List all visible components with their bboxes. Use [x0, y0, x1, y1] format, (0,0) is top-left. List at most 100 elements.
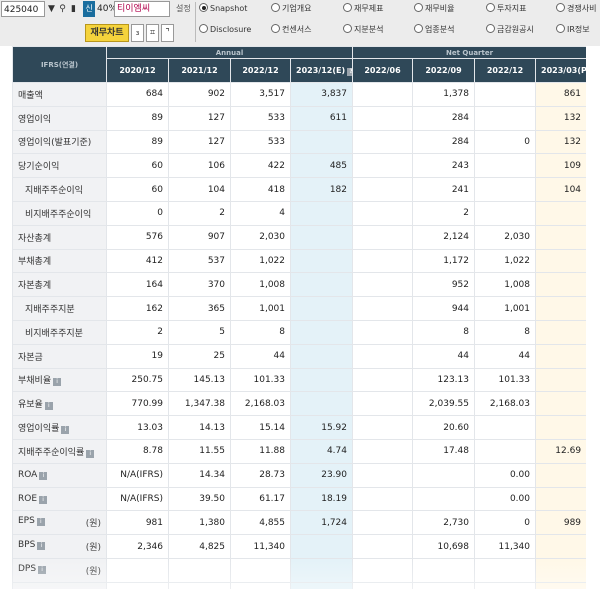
radio-financial-ratios[interactable]: 재무비율: [414, 3, 454, 15]
table-row: 지배주주지분 162 365 1,001 944 1,001: [12, 296, 586, 321]
radio-financial-statements[interactable]: 재무제표: [343, 3, 383, 15]
column-header-label: 2023/03(P): [541, 65, 586, 75]
table-cell: 4,855: [230, 510, 291, 536]
radio-investment-indicators[interactable]: 투자지표: [486, 3, 526, 15]
equalizer-icon[interactable]: ▮: [68, 1, 79, 17]
table-cell: 284: [412, 105, 475, 131]
table-cell: 4,825: [168, 534, 231, 559]
radio-icon: [343, 3, 352, 12]
radio-fss-disclosure[interactable]: 금감원공시: [486, 24, 534, 36]
radio-industry-analysis[interactable]: 업종분석: [414, 24, 454, 36]
table-cell: 902: [168, 82, 231, 107]
table-row: BPS i (원) 2,346 4,825 11,340 10,698 11,340: [12, 534, 586, 559]
table-cell: 89: [106, 129, 169, 155]
theme-select[interactable]: 티이엠씨: [114, 1, 170, 17]
table-cell: 2,168.03: [230, 391, 291, 417]
info-icon[interactable]: i: [37, 542, 46, 551]
info-icon[interactable]: i: [36, 518, 45, 527]
table-cell: [290, 296, 353, 321]
table-corner-header: IFRS(연결): [12, 46, 107, 83]
info-icon[interactable]: i: [61, 426, 70, 435]
table-cell: 1,378: [412, 82, 475, 107]
table-cell: 14.13: [168, 415, 231, 440]
table-cell: 412: [106, 248, 169, 274]
radio-ownership-analysis[interactable]: 지분분석: [343, 24, 383, 36]
window-icon[interactable]: ⌗: [146, 24, 159, 42]
table-row: 매출액 684 902 3,517 3,837 1,378 861: [12, 82, 586, 107]
row-label: 영업이익(발표기준): [12, 129, 107, 155]
table-cell: 23.90: [290, 462, 353, 488]
table-cell: 12.69: [534, 438, 586, 464]
row-label: PERi: [12, 581, 107, 589]
table-cell: 418: [230, 177, 291, 202]
table-cell: [290, 200, 353, 226]
table-cell: 284: [412, 129, 475, 155]
table-cell: [352, 415, 413, 440]
table-cell: [352, 367, 413, 393]
table-cell: [290, 391, 353, 417]
table-cell: [352, 82, 413, 107]
help-icon[interactable]: ?: [347, 67, 352, 76]
table-cell: [290, 343, 353, 369]
row-label-text: BPS: [18, 540, 36, 551]
info-icon[interactable]: i: [39, 495, 48, 504]
radio-icon: [486, 3, 495, 12]
table-cell: [290, 224, 353, 250]
radio-snapshot[interactable]: Snapshot: [199, 3, 247, 15]
unit-label: (원): [85, 519, 101, 530]
table-cell: [352, 272, 413, 298]
table-cell: 17.48: [412, 438, 475, 464]
table-row: ROA i N/A(IFRS) 14.34 28.73 23.90 0.00: [12, 462, 586, 488]
table-cell: 182: [290, 177, 353, 202]
table-cell: 0.00: [474, 462, 536, 488]
table-cell: 4: [230, 200, 291, 226]
table-cell: 0: [474, 129, 536, 155]
bracket-icon[interactable]: ₃: [131, 24, 144, 42]
table-cell: 127: [168, 129, 231, 155]
row-label: 매출액: [12, 82, 107, 107]
table-cell: 8.78: [106, 438, 169, 464]
column-header-label: 2023/12(E): [296, 65, 346, 75]
radio-consensus[interactable]: 컨센서스: [271, 24, 311, 36]
radio-ir-info[interactable]: IR정보: [556, 24, 590, 36]
table-row: 당기순이익 60 106 422 485 243 109: [12, 153, 586, 179]
table-cell: [474, 415, 536, 440]
table-cell: 104: [168, 177, 231, 202]
info-icon[interactable]: i: [86, 449, 95, 458]
settings-label[interactable]: 설정: [176, 1, 191, 17]
table-cell: 89: [106, 105, 169, 131]
search-icon[interactable]: ⚲: [57, 1, 68, 17]
table-cell: 2,030: [474, 224, 536, 250]
table-cell: 109: [534, 153, 586, 179]
info-icon[interactable]: i: [39, 472, 48, 481]
info-icon[interactable]: i: [53, 378, 62, 387]
table-cell: [352, 319, 413, 345]
table-cell: 13.03: [106, 415, 169, 440]
info-icon[interactable]: i: [38, 565, 47, 574]
dropdown-arrow-icon[interactable]: ▼: [46, 1, 57, 17]
table-cell: [534, 486, 586, 512]
radio-disclosure[interactable]: Disclosure: [199, 24, 251, 36]
table-cell: 8: [412, 319, 475, 345]
table-cell: 241: [412, 177, 475, 202]
radio-icon: [199, 24, 208, 33]
financial-chart-button[interactable]: 재무차트: [85, 24, 129, 42]
radio-competitors[interactable]: 경쟁사비: [556, 3, 596, 15]
info-icon[interactable]: i: [44, 402, 53, 411]
row-label: ROA i: [12, 462, 107, 488]
row-label-text: 매출액: [18, 90, 43, 101]
table-cell: [352, 486, 413, 512]
table-body: 매출액 684 902 3,517 3,837 1,378 861 영업이익 89 127 533 6…: [12, 82, 586, 589]
table-cell: 485: [290, 153, 353, 179]
stock-code-input[interactable]: 425040: [1, 1, 45, 17]
expand-icon[interactable]: ⌝: [161, 24, 174, 42]
table-cell: [412, 462, 475, 488]
radio-icon: [271, 24, 280, 33]
row-label: 영업이익률 i: [12, 415, 107, 440]
table-cell: 952: [412, 272, 475, 298]
radio-company-overview[interactable]: 기업개요: [271, 3, 311, 15]
table-cell: 8: [474, 319, 536, 345]
radio-icon: [556, 3, 565, 12]
row-label: 자산총계: [12, 224, 107, 250]
table-cell: 28.73: [230, 462, 291, 488]
